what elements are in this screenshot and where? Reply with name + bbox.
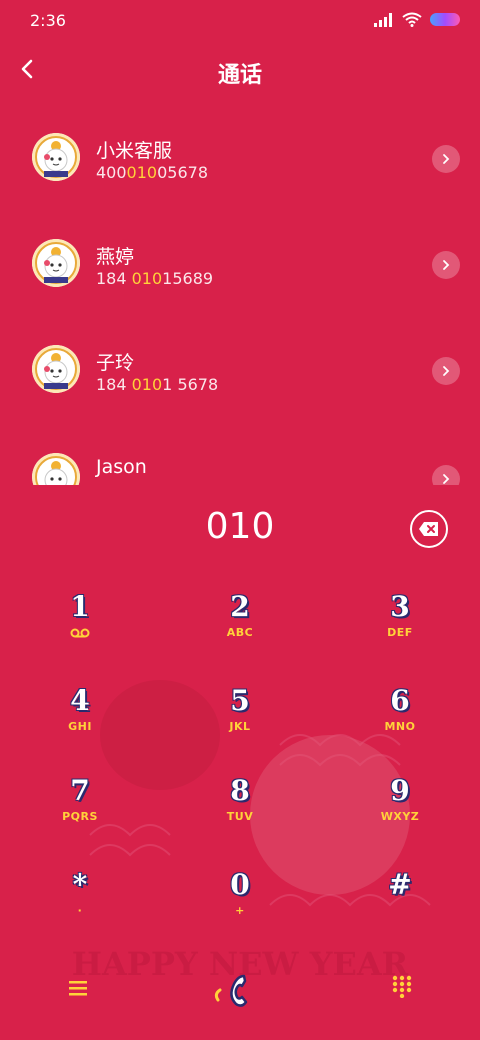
contact-name: 燕婷 (96, 246, 135, 268)
contact-avatar (32, 133, 80, 181)
dial-display: 010 (0, 500, 480, 560)
contact-name: 子玲 (96, 352, 135, 374)
contact-number: 184 0101 5678 (96, 375, 219, 394)
contact-avatar (32, 453, 80, 485)
key-2[interactable]: 2 ABC (160, 590, 320, 680)
backspace-icon (419, 522, 438, 536)
contact-detail-button[interactable] (432, 251, 460, 279)
contact-name: 小米客服 (96, 140, 173, 162)
chevron-right-icon (443, 366, 450, 376)
chevron-right-icon (443, 154, 450, 164)
page-title: 通话 (217, 63, 262, 88)
key-star[interactable]: * · (0, 868, 160, 958)
key-8[interactable]: 8 TUV (160, 774, 320, 864)
contact-detail-button[interactable] (432, 145, 460, 173)
key-hash[interactable]: # (320, 868, 480, 958)
key-5[interactable]: 5 JKL (160, 684, 320, 774)
call-button[interactable] (210, 970, 266, 1010)
key-7[interactable]: 7 PQRS (0, 774, 160, 864)
contact-avatar (32, 239, 80, 287)
voicemail-icon (70, 628, 90, 638)
contact-row[interactable]: 子玲 184 0101 5678 (0, 322, 480, 412)
contact-number: 184 01015689 (96, 269, 214, 288)
key-3[interactable]: 3 DEF (320, 590, 480, 680)
menu-icon[interactable] (66, 976, 90, 1000)
status-time: 2:36 (30, 11, 66, 30)
battery-icon (430, 13, 460, 26)
key-4[interactable]: 4 GHI (0, 684, 160, 774)
cat-mascot-icon (32, 133, 80, 181)
call-list: 小米客服 40001005678 燕婷 184 01015689 子玲 184 … (0, 110, 480, 485)
contact-detail-button[interactable] (432, 465, 460, 485)
signal-icon (374, 12, 392, 27)
backspace-button[interactable] (410, 510, 448, 548)
contact-name: Jason (96, 456, 147, 478)
header: 通话 (0, 45, 480, 95)
key-9[interactable]: 9 WXYZ (320, 774, 480, 864)
contact-row[interactable]: Jason (0, 430, 480, 485)
contact-detail-button[interactable] (432, 357, 460, 385)
key-6[interactable]: 6 MNO (320, 684, 480, 774)
key-1[interactable]: 1 (0, 590, 160, 680)
cat-mascot-icon (32, 453, 80, 485)
key-0[interactable]: 0 + (160, 868, 320, 958)
cat-mascot-icon (32, 345, 80, 393)
contact-row[interactable]: 小米客服 40001005678 (0, 110, 480, 200)
phone-icon (230, 974, 248, 1007)
dialpad-icon[interactable] (390, 974, 414, 998)
bottom-action-bar (0, 960, 480, 1020)
contact-row[interactable]: 燕婷 184 01015689 (0, 216, 480, 306)
dial-keypad: 1 2 ABC 3 DEF 4 GHI 5 JKL 6 MNO 7 PQRS 8 TUV 9W… (0, 590, 480, 940)
chevron-right-icon (443, 474, 450, 484)
cat-mascot-icon (32, 239, 80, 287)
dialed-number: 010 (205, 506, 275, 547)
status-bar: 2:36 (0, 0, 480, 40)
contact-number: 40001005678 (96, 163, 208, 182)
chevron-right-icon (443, 260, 450, 270)
wifi-icon (402, 12, 422, 27)
contact-avatar (32, 345, 80, 393)
status-icons (374, 12, 460, 27)
